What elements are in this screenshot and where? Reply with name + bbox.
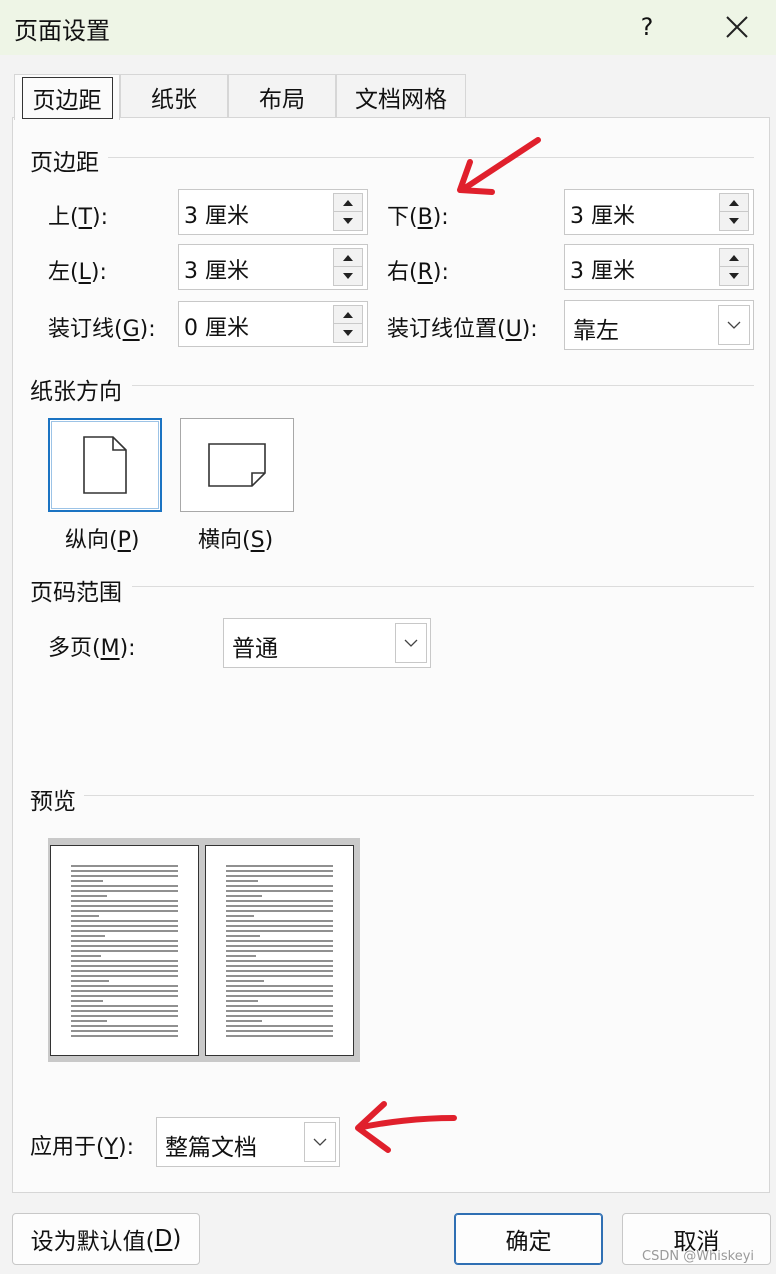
help-icon: ? [640, 13, 654, 41]
spin-up-button[interactable] [719, 193, 749, 212]
spin-down-button[interactable] [333, 212, 363, 231]
spin-down-button[interactable] [333, 267, 363, 286]
left-margin-input[interactable]: 3 厘米 [178, 244, 368, 290]
bottom-margin-input[interactable]: 3 厘米 [564, 189, 754, 235]
gutter-position-select[interactable]: 靠左 [564, 300, 754, 350]
right-margin-label: 右(R): [387, 260, 449, 285]
triangle-down-icon [729, 218, 739, 224]
close-icon [726, 16, 748, 38]
tab-paper[interactable]: 纸张 [120, 74, 228, 118]
title-bar: 页面设置 ? [0, 0, 776, 55]
preview-page-left [50, 845, 199, 1056]
divider [132, 385, 754, 386]
dialog-title: 页面设置 [14, 17, 110, 45]
triangle-down-icon [343, 330, 353, 336]
annotation-arrow-icon [355, 1101, 457, 1153]
spin-up-button[interactable] [333, 248, 363, 267]
triangle-up-icon [343, 199, 353, 206]
chevron-down-icon [727, 321, 741, 329]
help-button[interactable]: ? [624, 4, 670, 50]
preview-page-right [205, 845, 354, 1056]
tab-layout[interactable]: 布局 [228, 74, 336, 118]
dropdown-button[interactable] [718, 305, 750, 345]
dropdown-button[interactable] [304, 1122, 336, 1162]
page-preview [48, 838, 360, 1062]
tab-document-grid[interactable]: 文档网格 [336, 74, 466, 118]
watermark: CSDN @Whiskeyi [642, 1249, 755, 1264]
text-lines-graphic [226, 865, 333, 1037]
spin-down-button[interactable] [719, 267, 749, 286]
bottom-margin-label: 下(B): [387, 205, 449, 230]
triangle-down-icon [343, 218, 353, 224]
spin-down-button[interactable] [333, 324, 363, 343]
divider [84, 795, 754, 796]
portrait-button[interactable] [48, 418, 162, 512]
multiple-pages-label: 多页(M): [48, 636, 136, 661]
apply-to-label: 应用于(Y): [30, 1135, 135, 1160]
annotation-arrow-icon [457, 137, 541, 195]
triangle-up-icon [343, 311, 353, 318]
tab-margins[interactable]: 页边距 [14, 74, 120, 120]
divider [108, 157, 754, 158]
chevron-down-icon [404, 639, 418, 647]
triangle-up-icon [343, 254, 353, 261]
orientation-heading: 纸张方向 [30, 379, 122, 405]
triangle-up-icon [729, 254, 739, 261]
top-margin-label: 上(T): [48, 205, 109, 230]
landscape-button[interactable] [180, 418, 294, 512]
left-margin-label: 左(L): [48, 260, 107, 285]
landscape-page-icon [208, 443, 266, 487]
set-as-default-button[interactable]: 设为默认值(D) [12, 1213, 200, 1265]
portrait-label: 纵向(P) [65, 528, 140, 553]
triangle-down-icon [729, 273, 739, 279]
top-margin-input[interactable]: 3 厘米 [178, 189, 368, 235]
landscape-label: 横向(S) [198, 528, 274, 553]
spin-up-button[interactable] [333, 193, 363, 212]
margins-heading: 页边距 [30, 150, 99, 176]
dropdown-button[interactable] [395, 623, 427, 663]
preview-heading: 预览 [30, 789, 76, 815]
text-lines-graphic [71, 865, 178, 1037]
gutter-label: 装订线(G): [48, 317, 156, 342]
triangle-up-icon [729, 199, 739, 206]
divider [132, 586, 754, 587]
spin-up-button[interactable] [719, 248, 749, 267]
spin-up-button[interactable] [333, 305, 363, 324]
portrait-page-icon [83, 436, 127, 494]
close-button[interactable] [712, 4, 762, 50]
gutter-position-label: 装订线位置(U): [387, 317, 538, 342]
spin-down-button[interactable] [719, 212, 749, 231]
gutter-input[interactable]: 0 厘米 [178, 301, 368, 347]
apply-to-select[interactable]: 整篇文档 [156, 1117, 340, 1167]
right-margin-input[interactable]: 3 厘米 [564, 244, 754, 290]
triangle-down-icon [343, 273, 353, 279]
multiple-pages-select[interactable]: 普通 [223, 618, 431, 668]
chevron-down-icon [313, 1138, 327, 1146]
ok-button[interactable]: 确定 [454, 1213, 603, 1265]
pages-heading: 页码范围 [30, 580, 122, 606]
